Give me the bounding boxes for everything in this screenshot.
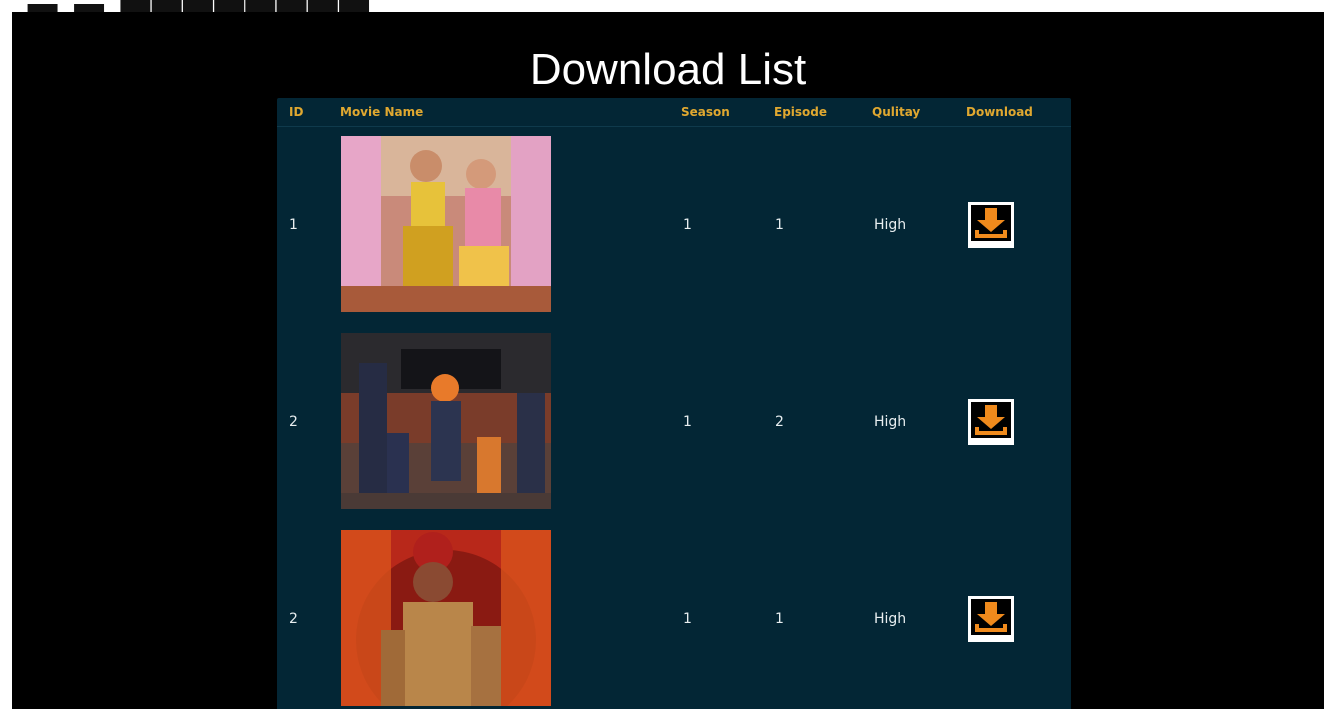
column-header-quality: Qulitay bbox=[872, 105, 921, 119]
row-season: 1 bbox=[683, 217, 692, 233]
column-header-season: Season bbox=[681, 105, 730, 119]
row-season: 1 bbox=[683, 414, 692, 430]
movie-thumbnail[interactable] bbox=[341, 530, 551, 706]
row-id: 2 bbox=[289, 414, 298, 430]
download-button[interactable] bbox=[968, 399, 1014, 445]
column-header-download: Download bbox=[966, 105, 1033, 119]
row-episode: 2 bbox=[775, 414, 784, 430]
table-row: 1 1 1 High bbox=[277, 136, 1071, 334]
row-episode: 1 bbox=[775, 611, 784, 627]
movie-thumbnail[interactable] bbox=[341, 136, 551, 312]
app-screen: Download List ID Movie Name Season Episo… bbox=[12, 12, 1324, 709]
page-title: Download List bbox=[529, 45, 807, 94]
row-id: 1 bbox=[289, 217, 298, 233]
row-season: 1 bbox=[683, 611, 692, 627]
download-button[interactable] bbox=[968, 596, 1014, 642]
download-table: ID Movie Name Season Episode Qulitay Dow… bbox=[277, 98, 1071, 709]
top-strip: ▂ ▂ ▆▆▆▆▆▆▆▆ bbox=[0, 0, 1325, 12]
table-row: 2 1 2 High bbox=[277, 333, 1071, 531]
download-icon bbox=[975, 405, 1007, 435]
row-episode: 1 bbox=[775, 217, 784, 233]
download-icon bbox=[975, 602, 1007, 632]
cropped-heading-fragment: ▂ ▂ ▆▆▆▆▆▆▆▆ bbox=[28, 0, 371, 12]
column-header-id: ID bbox=[289, 105, 304, 119]
movie-thumbnail-image bbox=[341, 333, 551, 509]
table-header: ID Movie Name Season Episode Qulitay Dow… bbox=[277, 98, 1071, 127]
row-quality: High bbox=[874, 414, 907, 430]
row-quality: High bbox=[874, 611, 907, 627]
row-id: 2 bbox=[289, 611, 298, 627]
download-icon bbox=[975, 208, 1007, 238]
table-row: 2 1 1 High bbox=[277, 530, 1071, 709]
column-header-movie-name: Movie Name bbox=[340, 105, 424, 119]
column-header-episode: Episode bbox=[774, 105, 828, 119]
download-button[interactable] bbox=[968, 202, 1014, 248]
movie-thumbnail-image bbox=[341, 136, 551, 312]
row-quality: High bbox=[874, 217, 907, 233]
movie-thumbnail-image bbox=[341, 530, 551, 706]
movie-thumbnail[interactable] bbox=[341, 333, 551, 509]
